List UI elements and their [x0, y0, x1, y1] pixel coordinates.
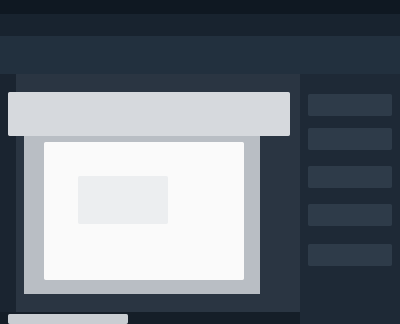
right-panel-item[interactable] [308, 128, 392, 150]
dialog-header [8, 92, 290, 136]
right-panel-item[interactable] [308, 166, 392, 188]
toolbar [0, 14, 400, 36]
status-bar-tab[interactable] [8, 314, 128, 324]
right-panel-item[interactable] [308, 244, 392, 266]
secondary-toolbar [0, 36, 400, 74]
preview-content [78, 176, 168, 224]
right-panel-item[interactable] [308, 94, 392, 116]
right-panel-item[interactable] [308, 204, 392, 226]
